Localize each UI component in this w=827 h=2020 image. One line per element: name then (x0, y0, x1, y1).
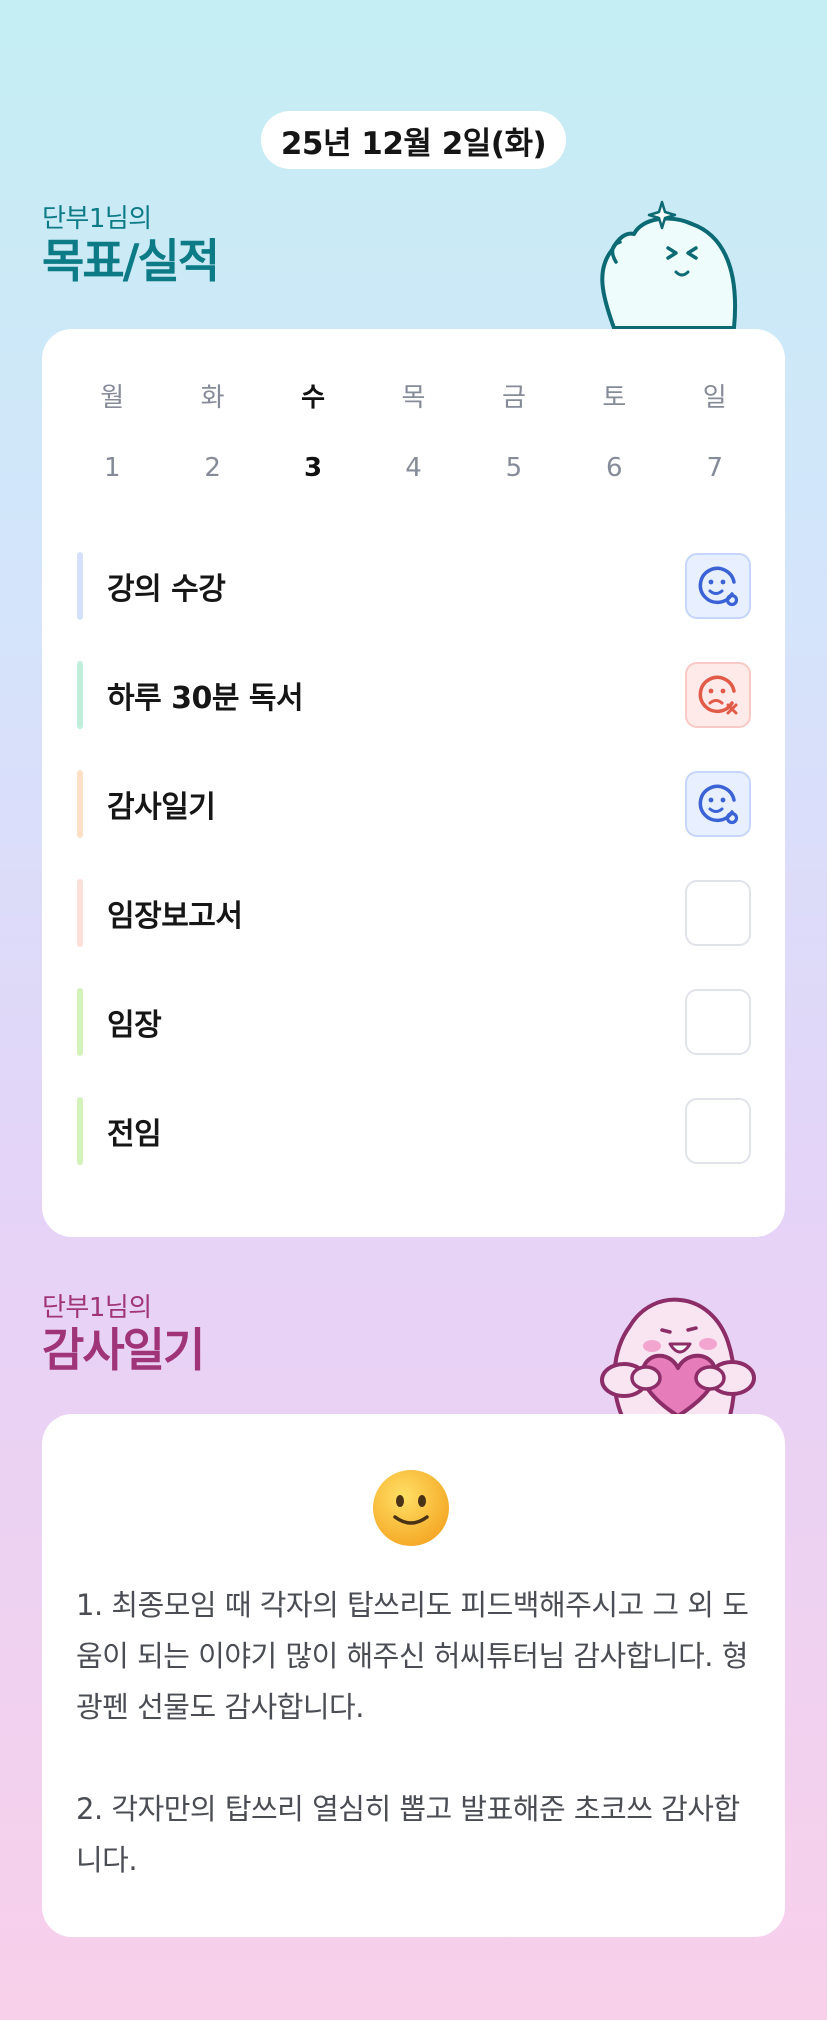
weekday-header-row: 월 화 수 목 금 토 일 (42, 377, 785, 414)
goals-section-subtitle: 단부1님의 (42, 204, 152, 234)
diary-card: 1. 최종모임 때 각자의 탑쓰리도 피드백해주시고 그 외 도움이 되는 이야… (42, 1414, 785, 1937)
date-number-active[interactable]: 3 (263, 453, 363, 483)
date-number[interactable]: 6 (564, 453, 664, 483)
weekday-label: 일 (702, 383, 727, 413)
goal-status-button[interactable] (685, 1098, 751, 1164)
diary-section-subtitle: 단부1님의 (42, 1293, 152, 1323)
goal-item: 임장보고서 (77, 879, 751, 947)
diary-section-heading: 단부1님의 감사일기 (42, 1292, 205, 1377)
goal-label: 강의 수강 (107, 572, 226, 607)
diary-entries: 1. 최종모임 때 각자의 탑쓰리도 피드백해주시고 그 외 도움이 되는 이야… (76, 1580, 751, 1886)
date-number-row: 1 2 3 4 5 6 7 (42, 453, 785, 483)
goal-status-button[interactable] (685, 989, 751, 1055)
goal-color-bar (77, 879, 83, 947)
diary-entry: 1. 최종모임 때 각자의 탑쓰리도 피드백해주시고 그 외 도움이 되는 이야… (76, 1588, 749, 1724)
goals-card: 월 화 수 목 금 토 일 1 2 3 4 5 6 7 강의 수강 하루 30분… (42, 329, 785, 1237)
goal-color-bar (77, 552, 83, 620)
waving-character-illustration (600, 200, 737, 330)
happy-face-icon (698, 784, 739, 825)
goal-item: 감사일기 (77, 770, 751, 838)
heart-character-illustration (600, 1297, 756, 1418)
weekday-label: 토 (602, 383, 627, 413)
goal-label: 감사일기 (107, 790, 216, 825)
weekday-label: 월 (100, 383, 125, 413)
goal-color-bar (77, 988, 83, 1056)
date-pill: 25년 12월 2일(화) (261, 111, 566, 169)
goal-item: 강의 수강 (77, 552, 751, 620)
goal-item: 하루 30분 독서 (77, 661, 751, 729)
goal-status-button[interactable] (685, 553, 751, 619)
diary-entry: 2. 각자만의 탑쓰리 열심히 뽑고 발표해준 초코쓰 감사합니다. (76, 1792, 740, 1877)
diary-section-title: 감사일기 (42, 1323, 205, 1377)
goal-color-bar (77, 770, 83, 838)
goal-color-bar (77, 1097, 83, 1165)
date-number[interactable]: 2 (162, 453, 262, 483)
goal-status-button[interactable] (685, 880, 751, 946)
date-number[interactable]: 4 (363, 453, 463, 483)
sad-face-x-icon (698, 675, 738, 715)
weekday-label-active: 수 (301, 383, 326, 413)
date-number[interactable]: 5 (464, 453, 564, 483)
goal-label: 하루 30분 독서 (107, 681, 304, 716)
goals-section-title: 목표/실적 (42, 234, 220, 288)
goal-status-button[interactable] (685, 771, 751, 837)
goal-label: 임장보고서 (107, 899, 243, 934)
goal-item: 임장 (77, 988, 751, 1056)
weekday-label: 금 (501, 383, 526, 413)
goals-section-heading: 단부1님의 목표/실적 (42, 203, 220, 288)
goal-item: 전임 (77, 1097, 751, 1165)
weekday-label: 화 (200, 383, 225, 413)
goal-label: 전임 (107, 1117, 162, 1152)
date-label: 25년 12월 2일(화) (280, 125, 547, 162)
weekday-label: 목 (401, 383, 426, 413)
goal-label: 임장 (107, 1008, 162, 1043)
goal-color-bar (77, 661, 83, 729)
date-number[interactable]: 1 (62, 453, 162, 483)
slightly-smiling-face-icon (373, 1470, 449, 1546)
date-number[interactable]: 7 (665, 453, 765, 483)
happy-face-icon (698, 566, 739, 607)
goal-status-button[interactable] (685, 662, 751, 728)
